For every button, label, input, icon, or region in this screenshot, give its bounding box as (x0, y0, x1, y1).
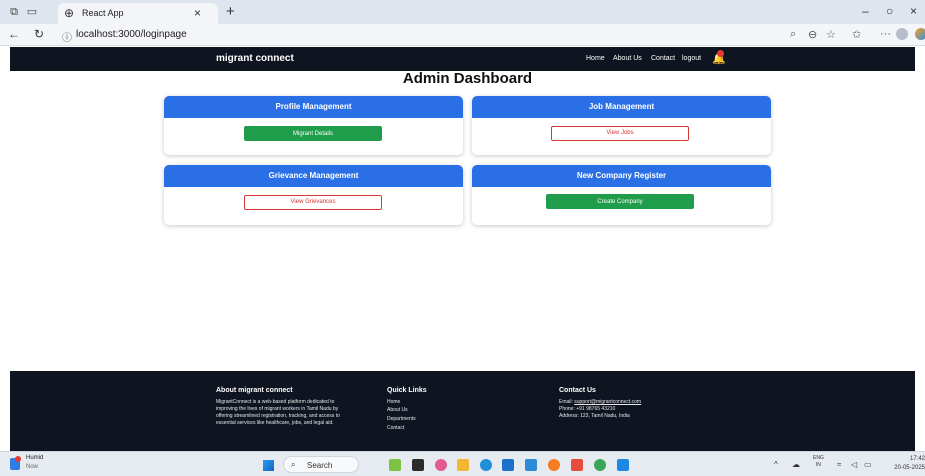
store-app-icon[interactable] (502, 459, 514, 471)
new-tab-icon[interactable]: + (226, 3, 235, 20)
brand-logo-text[interactable]: migrant connect (216, 53, 294, 64)
terminal-app-icon[interactable] (412, 459, 424, 471)
footer-link-about[interactable]: About Us (387, 407, 408, 413)
close-tab-icon[interactable]: × (194, 6, 201, 20)
volume-icon[interactable]: ◁ (851, 460, 857, 469)
footer-contact-title: Contact Us (559, 387, 596, 394)
notification-badge (717, 50, 724, 57)
copilot-app-icon[interactable] (435, 459, 447, 471)
onedrive-icon[interactable]: ☁ (792, 460, 800, 469)
search-placeholder: Search (307, 461, 333, 470)
green-app-icon[interactable] (594, 459, 606, 471)
battery-icon[interactable]: ▭ (864, 460, 872, 469)
workspaces-icon[interactable]: ⧉ (8, 6, 20, 18)
clock-time: 17:42 (909, 456, 925, 462)
tab-title: React App (82, 8, 124, 18)
card-title: Job Management (472, 96, 771, 118)
nav-link-home[interactable]: Home (586, 55, 605, 62)
screen: ⧉ ▭ ⊕ React App × + – ○ × ← ↻ ⓘ localhos… (0, 0, 925, 476)
url-field[interactable]: localhost:3000/loginpage (76, 29, 187, 40)
footer-link-contact[interactable]: Contact (387, 425, 404, 431)
nav-link-contact[interactable]: Contact (651, 55, 675, 62)
zoom-icon[interactable]: ⊖ (808, 28, 817, 41)
language-code: ENG (813, 455, 824, 461)
photos-app-icon[interactable] (525, 459, 537, 471)
card-new-company-register: New Company Register Create Company (472, 165, 771, 225)
page-title: Admin Dashboard (402, 70, 533, 87)
browser-tab[interactable]: ⊕ React App × (58, 3, 218, 24)
weather-sublabel: Now (26, 464, 39, 470)
footer-link-home[interactable]: Home (387, 399, 400, 405)
minimize-icon[interactable]: – (862, 4, 869, 18)
nav-link-about[interactable]: About Us (613, 55, 642, 62)
office-app-icon[interactable] (571, 459, 583, 471)
footer-address: Address: 123, Tamil Nadu, India (559, 413, 630, 419)
footer-links-title: Quick Links (387, 387, 427, 394)
clock-date: 20-05-2025 (894, 465, 925, 471)
taskbar-search[interactable]: ⌕ Search (283, 456, 359, 473)
create-company-button[interactable]: Create Company (546, 194, 694, 209)
card-grievance-management: Grievance Management View Grievances (164, 165, 463, 225)
region-code: IN (815, 462, 821, 468)
footer-about-line: MigrantConnect is a web-based platform d… (216, 399, 335, 405)
tab-actions-icon[interactable]: ▭ (26, 6, 38, 18)
view-jobs-button[interactable]: View Jobs (551, 126, 689, 141)
more-icon[interactable]: ··· (880, 28, 891, 40)
card-job-management: Job Management View Jobs (472, 96, 771, 155)
maximize-icon[interactable]: ○ (886, 4, 893, 18)
copilot-icon[interactable] (915, 28, 925, 40)
weather-label[interactable]: Humid (26, 455, 43, 461)
card-profile-management: Profile Management Migrant Details (164, 96, 463, 155)
back-icon[interactable]: ← (8, 27, 20, 41)
migrant-details-button[interactable]: Migrant Details (244, 126, 382, 141)
footer-email: Email: support@migrantconnect.com (559, 399, 641, 406)
footer-phone: Phone: +91 98765 43210 (559, 406, 616, 412)
footer: About migrant connect MigrantConnect is … (10, 371, 915, 451)
footer-link-departments[interactable]: Departments (387, 416, 416, 422)
card-title: Profile Management (164, 96, 463, 118)
address-bar: ← ↻ ⓘ localhost:3000/loginpage ⌕ ⊖ ☆ ✩ ·… (0, 24, 925, 46)
paint-app-icon[interactable] (389, 459, 401, 471)
language-indicator[interactable]: ENG IN (813, 455, 824, 469)
edge-browser-icon[interactable] (480, 459, 492, 471)
site-info-icon[interactable]: ⓘ (62, 29, 72, 44)
app-navbar: migrant connect Home About Us Contact lo… (10, 47, 915, 71)
footer-about-title: About migrant connect (216, 387, 293, 394)
taskbar: Humid Now ⌕ Search ^ ☁ ENG IN ≈ ◁ ▭ 17:42… (0, 451, 925, 476)
windows-start-icon[interactable] (263, 460, 274, 471)
favorite-star-icon[interactable]: ☆ (826, 28, 836, 41)
favorites-icon[interactable]: ✩ (852, 28, 861, 41)
system-clock[interactable]: 17:42 20-05-2025 (880, 455, 925, 473)
footer-about-line: essential services like healthcare, jobs… (216, 420, 334, 426)
card-title: New Company Register (472, 165, 771, 187)
search-page-icon[interactable]: ⌕ (790, 28, 796, 41)
close-window-icon[interactable]: × (910, 4, 917, 18)
footer-email-label: Email: (559, 399, 575, 405)
view-grievances-button[interactable]: View Grievances (244, 195, 382, 210)
card-title: Grievance Management (164, 165, 463, 187)
globe-icon: ⊕ (64, 6, 75, 20)
chrome-app-icon[interactable] (548, 459, 560, 471)
nav-link-logout[interactable]: logout (682, 55, 701, 62)
search-icon: ⌕ (291, 460, 296, 469)
footer-about-line: improving the lives of migrant workers i… (216, 406, 339, 412)
refresh-icon[interactable]: ↻ (34, 27, 44, 41)
vscode-app-icon[interactable] (617, 459, 629, 471)
profile-avatar-icon[interactable] (896, 28, 908, 40)
browser-tab-bar: ⧉ ▭ ⊕ React App × + – ○ × (0, 0, 925, 24)
file-explorer-icon[interactable] (457, 459, 469, 471)
weather-alert-badge (15, 456, 21, 462)
tray-chevron-icon[interactable]: ^ (774, 460, 778, 469)
wifi-icon[interactable]: ≈ (837, 460, 841, 469)
footer-email-link[interactable]: support@migrantconnect.com (574, 399, 641, 405)
footer-about-line: offering streamlined registration, track… (216, 413, 340, 419)
